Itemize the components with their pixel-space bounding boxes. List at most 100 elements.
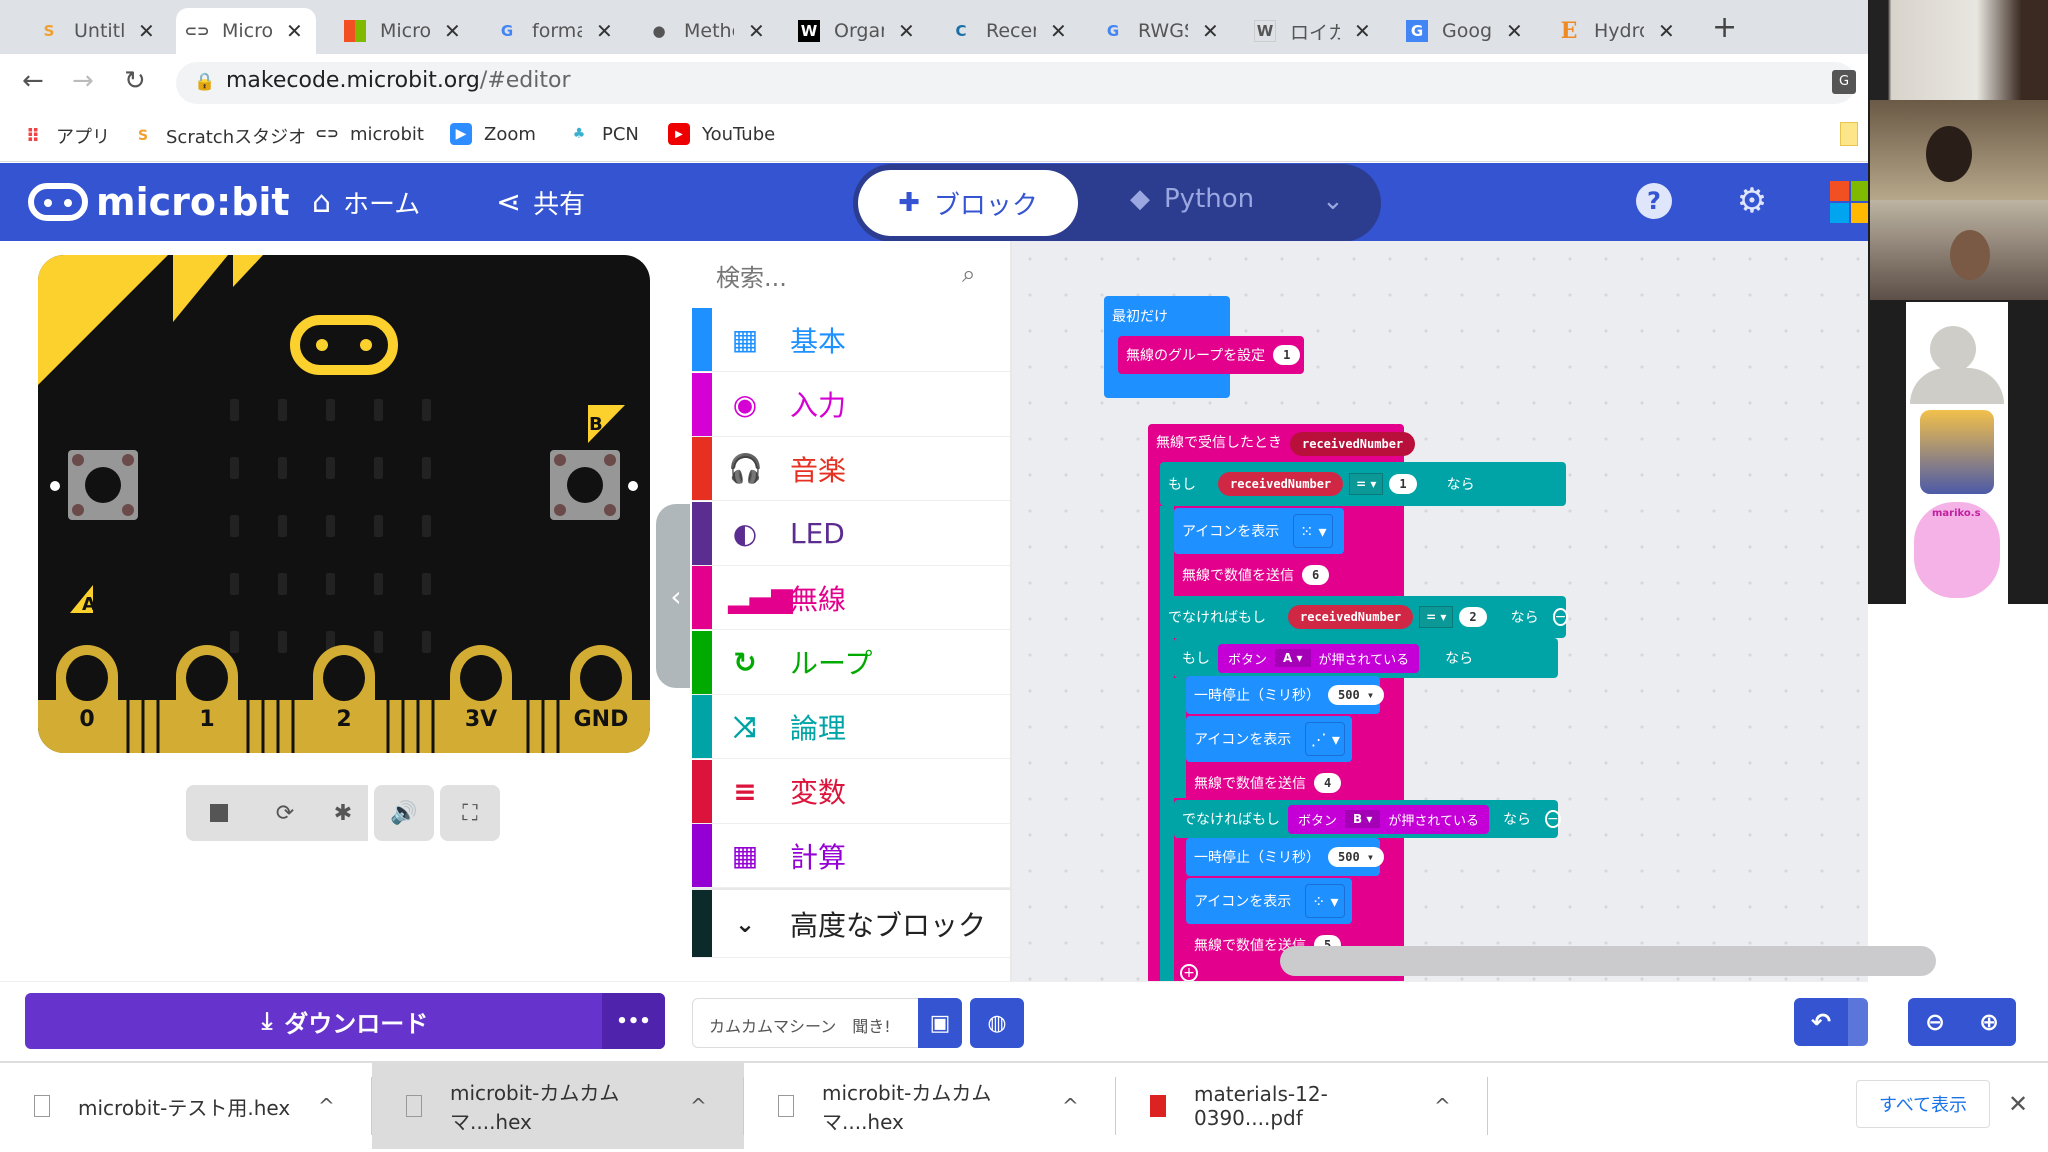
download-item[interactable]: microbit-カムカムマ....hex ^ <box>744 1063 1116 1149</box>
remove-branch-icon[interactable]: − <box>1545 810 1561 828</box>
chevron-up-icon[interactable]: ^ <box>1434 1094 1451 1118</box>
bookmark-apps[interactable]: ⠿ アプリ <box>22 123 110 149</box>
bookmark-microbit[interactable]: ⊂⊃ microbit <box>315 123 424 145</box>
video-participant-1[interactable] <box>1870 0 2048 100</box>
variable-reporter[interactable]: receivedNumber <box>1288 605 1414 629</box>
blocks-mode-button[interactable]: ✚ ブロック <box>858 170 1078 236</box>
pin-3v[interactable]: 3V <box>450 645 512 753</box>
button-a[interactable] <box>68 450 138 520</box>
close-tab-icon[interactable]: ✕ <box>444 19 461 43</box>
close-shelf-icon[interactable]: ✕ <box>2008 1090 2028 1118</box>
pin-2[interactable]: 2 <box>313 645 375 753</box>
variable-reporter[interactable]: receivedNumber <box>1218 472 1344 496</box>
tab-hydro[interactable]: E Hydro ✕ <box>1548 8 1685 54</box>
bookmark-zoom[interactable]: ▶ Zoom <box>450 123 536 145</box>
download-item[interactable]: microbit-カムカムマ....hex ^ <box>372 1063 744 1149</box>
chevron-up-icon[interactable]: ^ <box>318 1094 335 1118</box>
pin-0[interactable]: 0 <box>56 645 118 753</box>
send-number-block[interactable]: 無線で数値を送信 4 <box>1186 764 1342 802</box>
bookmark-scratch[interactable]: S Scratchスタジオ <box>132 123 306 149</box>
set-radio-group-block[interactable]: 無線のグループを設定 1 <box>1118 336 1304 374</box>
button-b[interactable] <box>550 450 620 520</box>
toolbox-category[interactable]: ↻ ループ <box>692 630 1010 695</box>
download-item[interactable]: materials-12-0390....pdf ^ <box>1116 1063 1488 1149</box>
pause-block[interactable]: 一時停止（ミリ秒） 500 ▾ <box>1186 676 1385 714</box>
close-tab-icon[interactable]: ✕ <box>1354 19 1371 43</box>
pin-1[interactable]: 1 <box>176 645 238 753</box>
toolbox-category[interactable]: ⤨ 論理 <box>692 695 1010 759</box>
toolbox-category[interactable]: ≡ 変数 <box>692 759 1010 824</box>
toolbox-category[interactable]: ▂▄▆ 無線 <box>692 566 1010 630</box>
new-tab-button[interactable]: + <box>1712 10 1737 45</box>
toolbox-category[interactable]: ◉ 入力 <box>692 372 1010 437</box>
bookmark-pcn[interactable]: ♣ PCN <box>568 123 639 145</box>
close-tab-icon[interactable]: ✕ <box>898 19 915 43</box>
pause-value-dropdown[interactable]: 500 ▾ <box>1328 685 1385 705</box>
github-button[interactable]: ◍ <box>970 998 1024 1048</box>
compare-operator-dropdown[interactable]: = ▾ <box>1349 473 1384 495</box>
toolbox-advanced[interactable]: ⌄ 高度なブロック <box>692 888 1010 958</box>
icon-picker-dropdown[interactable]: ⁘ ▾ <box>1305 884 1346 918</box>
pin-gnd[interactable]: GND <box>570 645 632 753</box>
video-participant-3[interactable] <box>1870 200 2048 300</box>
else-if-block[interactable]: でなければもし receivedNumber = ▾ 2 なら − <box>1160 596 1569 638</box>
reload-icon[interactable]: ↻ <box>124 66 146 96</box>
video-participant-avatars[interactable]: mariko.s <box>1906 302 2008 604</box>
close-tab-icon[interactable]: ✕ <box>748 19 765 43</box>
received-number-param[interactable]: receivedNumber <box>1290 432 1416 456</box>
nested-else-if-block[interactable]: でなければもし ボタン B ▾ が押されている なら − <box>1174 800 1561 838</box>
tab-format[interactable]: G format ✕ <box>486 8 623 54</box>
pause-block[interactable]: 一時停止（ミリ秒） 500 ▾ <box>1186 838 1385 876</box>
pause-value-dropdown[interactable]: 500 ▾ <box>1328 847 1385 867</box>
python-mode-button[interactable]: ◆ Python <box>1130 184 1254 214</box>
group-value[interactable]: 1 <box>1273 345 1301 365</box>
mute-button[interactable]: 🔊 <box>374 785 434 841</box>
send-number-block[interactable]: 無線で数値を送信 6 <box>1174 556 1332 594</box>
tab-rwgs[interactable]: G RWGS ✕ <box>1092 8 1229 54</box>
microbit-logo-touch[interactable] <box>290 315 398 375</box>
close-tab-icon[interactable]: ✕ <box>286 19 303 43</box>
show-icon-block[interactable]: アイコンを表示 ⁘ ▾ <box>1186 878 1352 924</box>
icon-picker-dropdown[interactable]: ⁙ ▾ <box>1293 514 1334 548</box>
gear-icon[interactable]: ⚙ <box>1734 181 1770 221</box>
compare-value[interactable]: 1 <box>1389 474 1417 494</box>
remove-branch-icon[interactable]: − <box>1552 608 1569 626</box>
close-tab-icon[interactable]: ✕ <box>1050 19 1067 43</box>
compare-value[interactable]: 2 <box>1459 607 1487 627</box>
tab-methods[interactable]: ● Methods ✕ <box>638 8 775 54</box>
compare-operator-dropdown[interactable]: = ▾ <box>1419 606 1454 628</box>
chevron-up-icon[interactable]: ^ <box>1062 1094 1079 1118</box>
if-block[interactable]: もし receivedNumber = ▾ 1 なら <box>1160 462 1566 506</box>
home-button[interactable]: ⌂ ホーム <box>312 184 420 221</box>
close-tab-icon[interactable]: ✕ <box>1202 19 1219 43</box>
icon-picker-dropdown[interactable]: ⋰ ▾ <box>1305 722 1346 756</box>
redo-button[interactable] <box>1848 998 1868 1046</box>
tab-microbit[interactable]: ⊂⊃ Microbit ✕ <box>176 8 316 54</box>
url-text[interactable]: makecode.microbit.org/#editor <box>226 68 571 93</box>
show-icon-block[interactable]: アイコンを表示 ⁙ ▾ <box>1174 508 1344 554</box>
tab-microsoft[interactable]: Microsoft ✕ <box>334 8 471 54</box>
forward-icon[interactable]: → <box>72 66 94 96</box>
bookmark-folder-icon[interactable] <box>1840 122 1858 146</box>
microbit-simulator-board[interactable]: A B 0 1 2 3V GND <box>38 255 650 753</box>
send-value[interactable]: 6 <box>1302 565 1330 585</box>
project-name-input[interactable]: カムカムマシーン 聞き! <box>692 998 926 1048</box>
zoom-in-button[interactable]: ⊕ <box>1962 998 2016 1046</box>
restart-button[interactable]: ⟳ <box>252 785 318 841</box>
stop-button[interactable] <box>186 785 252 841</box>
close-tab-icon[interactable]: ✕ <box>1506 19 1523 43</box>
send-value[interactable]: 4 <box>1314 773 1342 793</box>
button-dropdown[interactable]: B ▾ <box>1345 810 1381 828</box>
download-item[interactable]: microbit-テスト用.hex ^ <box>0 1063 372 1149</box>
tab-organic[interactable]: W Organic ✕ <box>788 8 925 54</box>
download-button[interactable]: ⤓ ダウンロード <box>25 993 665 1049</box>
add-branch-icon[interactable]: + <box>1180 964 1198 982</box>
bookmark-youtube[interactable]: ▶ YouTube <box>668 123 775 145</box>
workspace-horizontal-scrollbar[interactable] <box>1280 946 1936 976</box>
toolbox-category[interactable]: 🎧 音楽 <box>692 437 1010 501</box>
button-dropdown[interactable]: A ▾ <box>1275 649 1311 667</box>
chevron-up-icon[interactable]: ^ <box>690 1094 707 1118</box>
undo-button[interactable]: ↶ <box>1794 998 1848 1046</box>
close-tab-icon[interactable]: ✕ <box>1658 19 1675 43</box>
tab-wiki[interactable]: W ロイカー ✕ <box>1244 8 1381 54</box>
